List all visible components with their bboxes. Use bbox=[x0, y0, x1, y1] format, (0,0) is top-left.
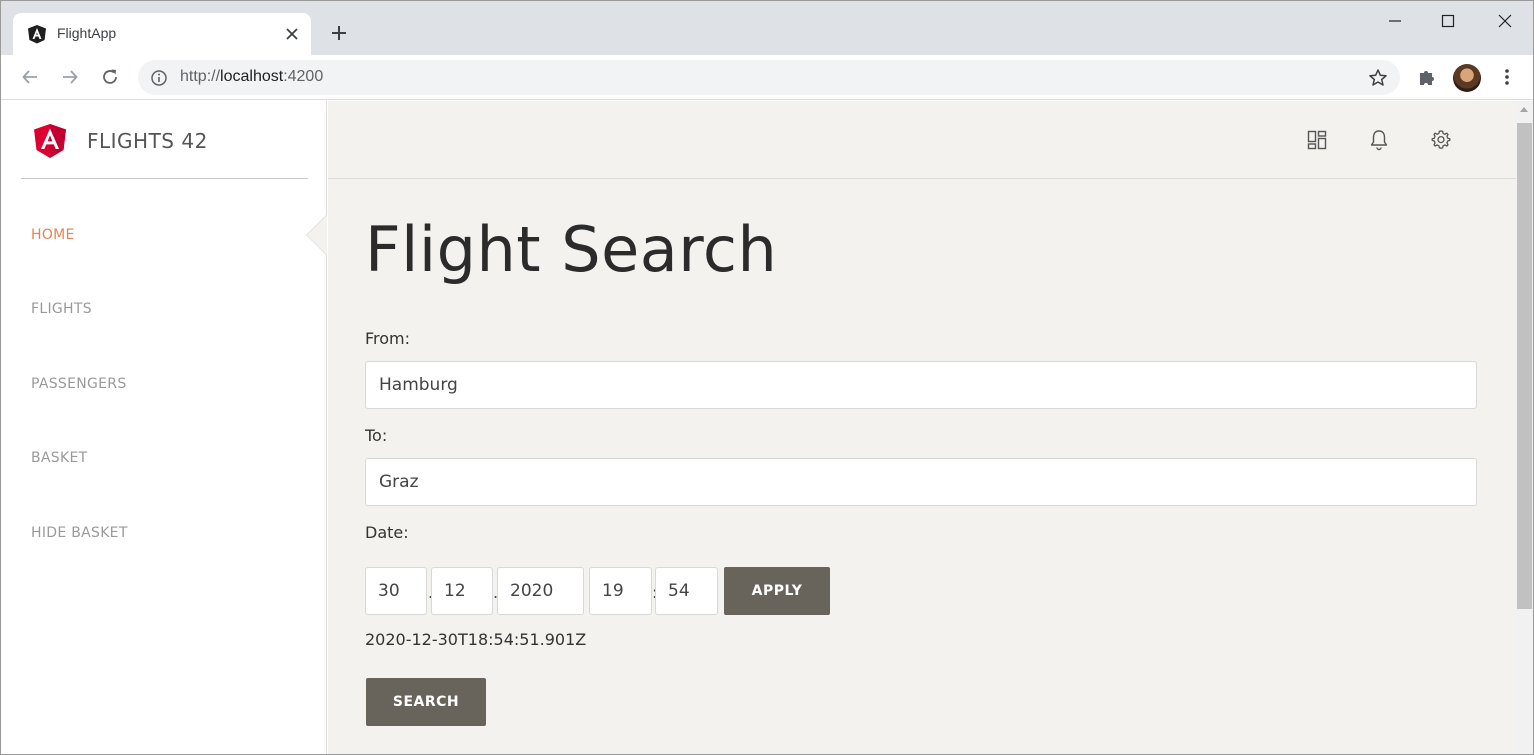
reload-icon[interactable] bbox=[97, 64, 123, 90]
back-arrow-icon[interactable] bbox=[17, 64, 43, 90]
brand: FLIGHTS 42 bbox=[21, 101, 308, 179]
scrollbar[interactable] bbox=[1516, 101, 1533, 754]
day-input[interactable] bbox=[365, 567, 427, 615]
new-tab-icon[interactable] bbox=[327, 21, 351, 45]
sidebar-item-home[interactable]: HOME bbox=[31, 227, 75, 243]
sidebar-item-hide-basket[interactable]: HIDE BASKET bbox=[31, 525, 128, 541]
iso-date-display: 2020-12-30T18:54:51.901Z bbox=[365, 630, 587, 649]
profile-avatar[interactable] bbox=[1453, 64, 1481, 92]
sidebar-item-passengers[interactable]: PASSENGERS bbox=[31, 376, 127, 392]
year-input[interactable] bbox=[497, 567, 584, 615]
hour-input[interactable] bbox=[589, 567, 652, 615]
to-input[interactable] bbox=[365, 458, 1477, 506]
main-content: Flight Search From: To: Date: . . : APPL… bbox=[328, 101, 1516, 754]
scrollbar-thumb[interactable] bbox=[1517, 123, 1532, 609]
sidebar-item-basket[interactable]: BASKET bbox=[31, 450, 87, 466]
tab-flightapp[interactable]: FlightApp bbox=[13, 13, 311, 55]
page-title: Flight Search bbox=[365, 213, 778, 286]
search-button[interactable]: SEARCH bbox=[366, 678, 486, 726]
tab-title: FlightApp bbox=[57, 25, 117, 41]
browser-window: FlightApp http://localhost:4200 FLIGHTS … bbox=[0, 0, 1534, 755]
app-root: FLIGHTS 42 HOME FLIGHTS PASSENGERS BASKE… bbox=[1, 101, 1533, 754]
to-label: To: bbox=[365, 426, 388, 445]
angular-logo-icon bbox=[33, 123, 67, 159]
brand-title: FLIGHTS 42 bbox=[87, 129, 208, 153]
apply-button[interactable]: APPLY bbox=[724, 567, 830, 615]
info-icon[interactable] bbox=[150, 69, 168, 87]
month-input[interactable] bbox=[431, 567, 493, 615]
main-topbar bbox=[328, 101, 1516, 179]
url-port: :4200 bbox=[283, 68, 324, 85]
browser-toolbar: http://localhost:4200 bbox=[1, 55, 1533, 100]
sidebar-item-flights[interactable]: FLIGHTS bbox=[31, 301, 92, 317]
from-input[interactable] bbox=[365, 361, 1477, 409]
close-window-icon[interactable] bbox=[1493, 9, 1517, 33]
address-bar[interactable]: http://localhost:4200 bbox=[138, 60, 1400, 95]
minimize-icon[interactable] bbox=[1383, 9, 1407, 33]
tab-close-icon[interactable] bbox=[281, 23, 303, 45]
from-label: From: bbox=[365, 329, 411, 348]
extensions-puzzle-icon[interactable] bbox=[1415, 65, 1439, 89]
dashboard-icon[interactable] bbox=[1306, 129, 1328, 151]
date-label: Date: bbox=[365, 523, 409, 542]
forward-arrow-icon[interactable] bbox=[57, 64, 83, 90]
url-text: http://localhost:4200 bbox=[180, 68, 323, 86]
scroll-up-arrow-icon[interactable] bbox=[1520, 107, 1528, 112]
angular-favicon-icon bbox=[27, 24, 47, 44]
tab-bar: FlightApp bbox=[1, 1, 1533, 55]
url-scheme: http:// bbox=[180, 68, 221, 85]
gear-icon[interactable] bbox=[1430, 129, 1452, 151]
url-host: localhost bbox=[220, 68, 284, 85]
minute-input[interactable] bbox=[655, 567, 718, 615]
browser-menu-icon[interactable] bbox=[1495, 65, 1519, 89]
bookmark-star-icon[interactable] bbox=[1366, 66, 1390, 90]
sidebar: FLIGHTS 42 HOME FLIGHTS PASSENGERS BASKE… bbox=[1, 101, 327, 754]
bell-icon[interactable] bbox=[1368, 129, 1390, 151]
maximize-icon[interactable] bbox=[1436, 9, 1460, 33]
active-indicator bbox=[307, 215, 327, 255]
